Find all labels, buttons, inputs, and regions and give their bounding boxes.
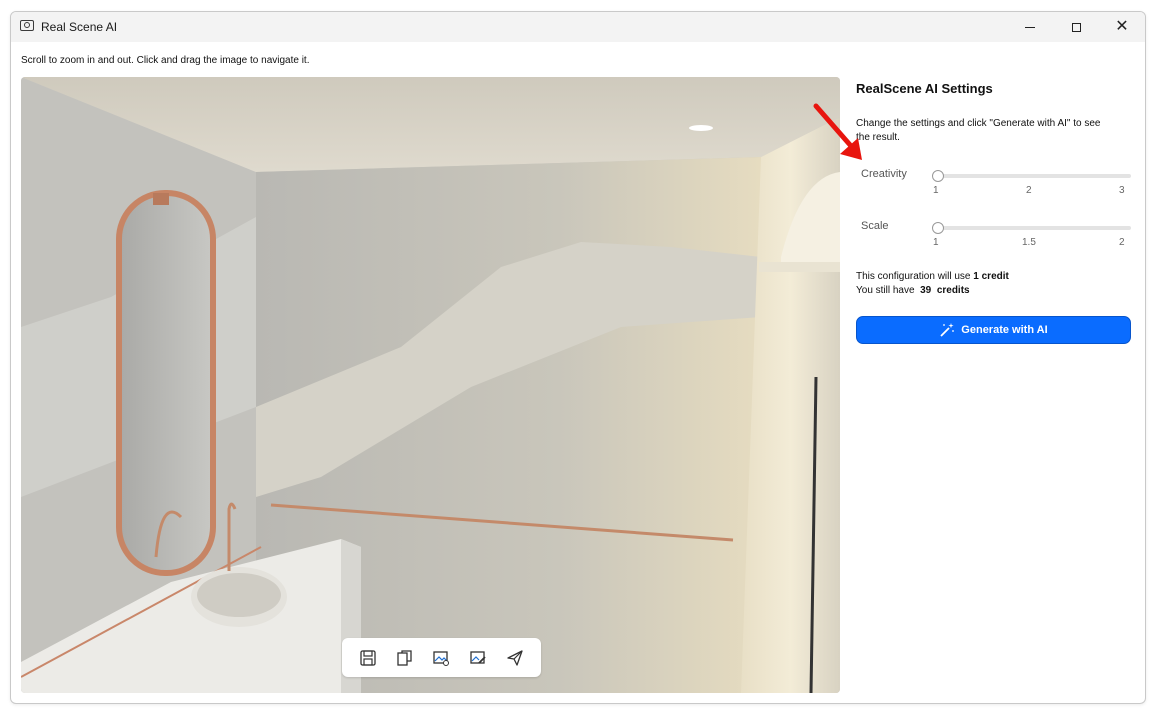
render-image-viewport[interactable] xyxy=(21,77,840,693)
send-button[interactable] xyxy=(503,646,527,670)
creativity-tick: 3 xyxy=(1119,185,1125,196)
scale-label: Scale xyxy=(861,220,889,232)
image-toolbar xyxy=(342,638,541,677)
image-edit-button[interactable] xyxy=(466,646,490,670)
maximize-button[interactable] xyxy=(1053,12,1099,42)
camera-icon xyxy=(20,20,34,31)
scale-tick: 1.5 xyxy=(1022,237,1036,248)
minimize-icon xyxy=(1025,26,1035,28)
minimize-button[interactable] xyxy=(1007,12,1053,42)
settings-title: RealScene AI Settings xyxy=(856,81,993,96)
maximize-icon xyxy=(1071,22,1081,32)
creativity-slider-track[interactable] xyxy=(936,174,1131,178)
creativity-tick: 2 xyxy=(1026,185,1032,196)
scale-slider-track[interactable] xyxy=(936,226,1131,230)
scale-tick: 1 xyxy=(933,237,939,248)
title-bar: Real Scene AI ✕ xyxy=(11,12,1145,42)
instructions-text: Scroll to zoom in and out. Click and dra… xyxy=(21,55,310,66)
credit-usage: This configuration will use 1 credit You… xyxy=(856,270,1009,298)
settings-description: Change the settings and click "Generate … xyxy=(856,118,1101,143)
bathroom-render-image xyxy=(21,77,840,693)
save-button[interactable] xyxy=(356,646,380,670)
image-edit-icon xyxy=(470,650,486,664)
scale-slider-thumb[interactable] xyxy=(932,222,944,234)
copy-icon xyxy=(397,649,412,666)
close-button[interactable]: ✕ xyxy=(1099,12,1145,42)
magic-wand-icon xyxy=(940,323,955,337)
app-window: Real Scene AI ✕ Scroll to zoom in and ou… xyxy=(10,11,1146,704)
red-arrow-annotation xyxy=(813,103,862,160)
copy-button[interactable] xyxy=(393,646,417,670)
scale-tick: 2 xyxy=(1119,237,1125,248)
image-settings-icon xyxy=(433,650,450,666)
generate-with-ai-button[interactable]: Generate with AI xyxy=(856,316,1131,344)
creativity-tick: 1 xyxy=(933,185,939,196)
credit-unit: credits xyxy=(936,285,970,296)
generate-button-label: Generate with AI xyxy=(961,324,1048,336)
credit-cost: 1 credit xyxy=(973,271,1009,282)
window-title: Real Scene AI xyxy=(41,20,118,34)
send-icon xyxy=(507,649,523,666)
creativity-slider-thumb[interactable] xyxy=(932,170,944,182)
usage-prefix: This configuration will use xyxy=(856,271,971,282)
balance-prefix: You still have xyxy=(856,285,915,296)
close-icon: ✕ xyxy=(1115,18,1129,35)
usage-line-2: You still have 39 credits xyxy=(856,284,1009,298)
image-settings-button[interactable] xyxy=(429,646,453,670)
save-icon xyxy=(360,649,376,666)
credit-balance: 39 xyxy=(920,285,932,296)
usage-line-1: This configuration will use 1 credit xyxy=(856,270,1009,284)
